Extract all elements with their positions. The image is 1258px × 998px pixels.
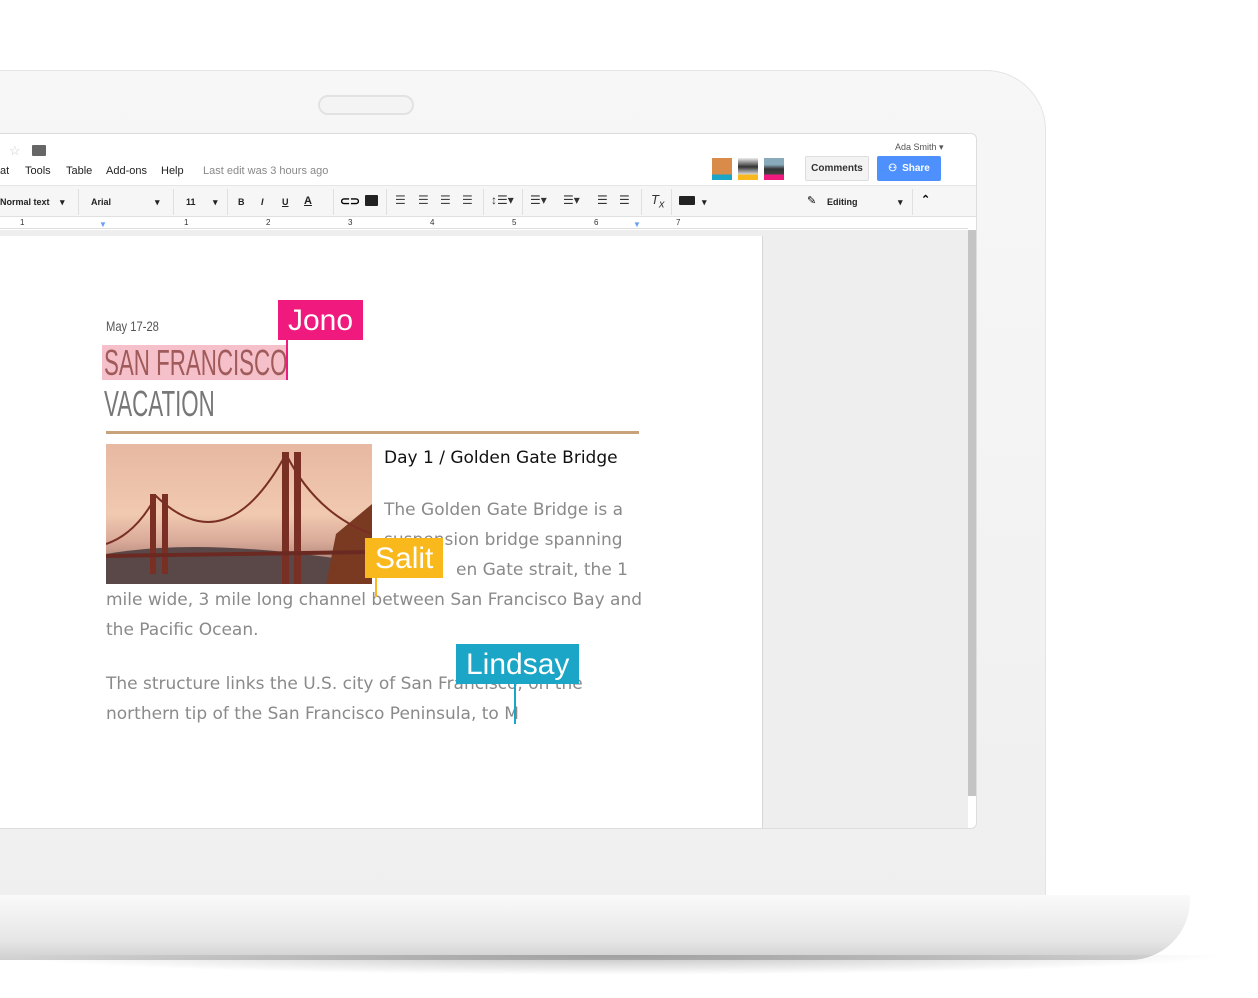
text-line: The Golden Gate Bridge is a [384,500,624,520]
text-line: northern tip of the San Francisco Penins… [106,704,519,724]
chevron-down-icon[interactable]: ▾ [213,197,218,208]
menu-help[interactable]: Help [161,165,184,177]
collaborator-cursor [286,340,288,380]
collapse-toolbar-icon[interactable]: ⌃ [921,193,930,206]
clear-formatting-icon[interactable]: Tx [651,192,664,211]
collaborator-cursor-label: Lindsay [456,644,580,684]
text-line: the Pacific Ocean. [106,620,259,640]
user-name: Ada Smith [895,142,937,152]
divider [333,189,334,215]
divider [173,189,174,215]
underline-button[interactable]: U [282,197,289,207]
style-select[interactable]: Normal text [0,197,50,207]
divider [386,189,387,215]
right-indent-marker[interactable]: ▼ [633,220,641,229]
chevron-down-icon[interactable]: ▾ [702,197,707,208]
font-select[interactable]: Arial [91,197,111,207]
menu-table[interactable]: Table [66,165,92,177]
left-indent-marker[interactable]: ▼ [99,220,107,229]
laptop-base [0,895,1190,960]
doc-title-line1: SAN FRANCISCO [104,342,288,383]
comments-button[interactable]: Comments [805,156,869,181]
divider [78,189,79,215]
bold-button[interactable]: B [238,197,245,207]
numbered-list-icon[interactable]: ☰▾ [530,193,547,207]
bulleted-list-icon[interactable]: ☰▾ [563,193,580,207]
horizontal-rule [106,431,639,434]
account-menu[interactable]: Ada Smith ▾ [895,142,944,153]
divider [671,189,672,215]
ruler-label: 4 [430,218,435,227]
align-center-icon[interactable]: ☰ [418,193,429,207]
collaborator-cursor [514,684,516,724]
share-icon: ⚇ [888,163,898,174]
editing-mode-select[interactable]: Editing [827,197,858,207]
divider [912,189,913,215]
divider [227,189,228,215]
webcam [318,95,414,115]
link-icon[interactable]: ⊂⊃ [340,194,360,208]
collaborator-cursor-label: Jono [278,300,364,340]
ruler-label: 1 [184,218,189,227]
avatar[interactable] [764,158,784,180]
line-spacing-icon[interactable]: ↕☰▾ [491,193,514,207]
menu-tools[interactable]: Tools [25,165,51,177]
toolbar: Normal text ▾ Arial ▾ 11 ▾ B I U A ⊂⊃ ☰ … [0,185,976,217]
laptop-shadow [0,955,1230,975]
star-icon[interactable]: ☆ [9,143,21,159]
share-button[interactable]: ⚇ Share [877,156,941,181]
ruler-label: 7 [676,218,681,227]
doc-title-line2: VACATION [104,383,215,424]
align-left-icon[interactable]: ☰ [395,193,406,207]
chevron-down-icon[interactable]: ▾ [898,197,903,208]
font-size-select[interactable]: 11 [186,197,196,207]
collaborator-cursor [375,575,377,597]
pencil-icon: ✎ [807,195,817,207]
divider [522,189,523,215]
divider [641,189,642,215]
align-right-icon[interactable]: ☰ [440,193,451,207]
ruler-label: 5 [512,218,517,227]
menu-format[interactable]: at [0,165,9,177]
avatar[interactable] [712,158,732,180]
menu-addons[interactable]: Add-ons [106,165,147,177]
ruler[interactable]: 1 1 2 3 4 5 6 7 ▼ ▼ [0,217,968,229]
section-heading: Day 1 / Golden Gate Bridge [384,448,618,468]
divider [483,189,484,215]
justify-icon[interactable]: ☰ [462,193,473,207]
last-edit-status[interactable]: Last edit was 3 hours ago [203,165,328,177]
doc-date: May 17-28 [106,318,159,334]
avatar[interactable] [738,158,758,180]
scrollbar[interactable] [968,230,976,796]
italic-button[interactable]: I [261,197,264,207]
comment-icon[interactable] [365,195,378,206]
golden-gate-photo [106,444,372,584]
ruler-label: 3 [348,218,353,227]
increase-indent-icon[interactable]: ☰ [619,193,630,207]
chevron-down-icon[interactable]: ▾ [155,197,160,208]
decrease-indent-icon[interactable]: ☰ [597,193,608,207]
ruler-label: 6 [594,218,599,227]
collaborator-cursor-label: Salit [365,538,444,578]
chevron-down-icon[interactable]: ▾ [60,197,65,208]
share-label: Share [902,163,930,174]
ruler-label: 1 [20,218,25,227]
keyboard-icon[interactable] [679,196,695,205]
folder-icon[interactable] [32,145,46,156]
text-color-button[interactable]: A [304,195,312,207]
ruler-label: 2 [266,218,271,227]
